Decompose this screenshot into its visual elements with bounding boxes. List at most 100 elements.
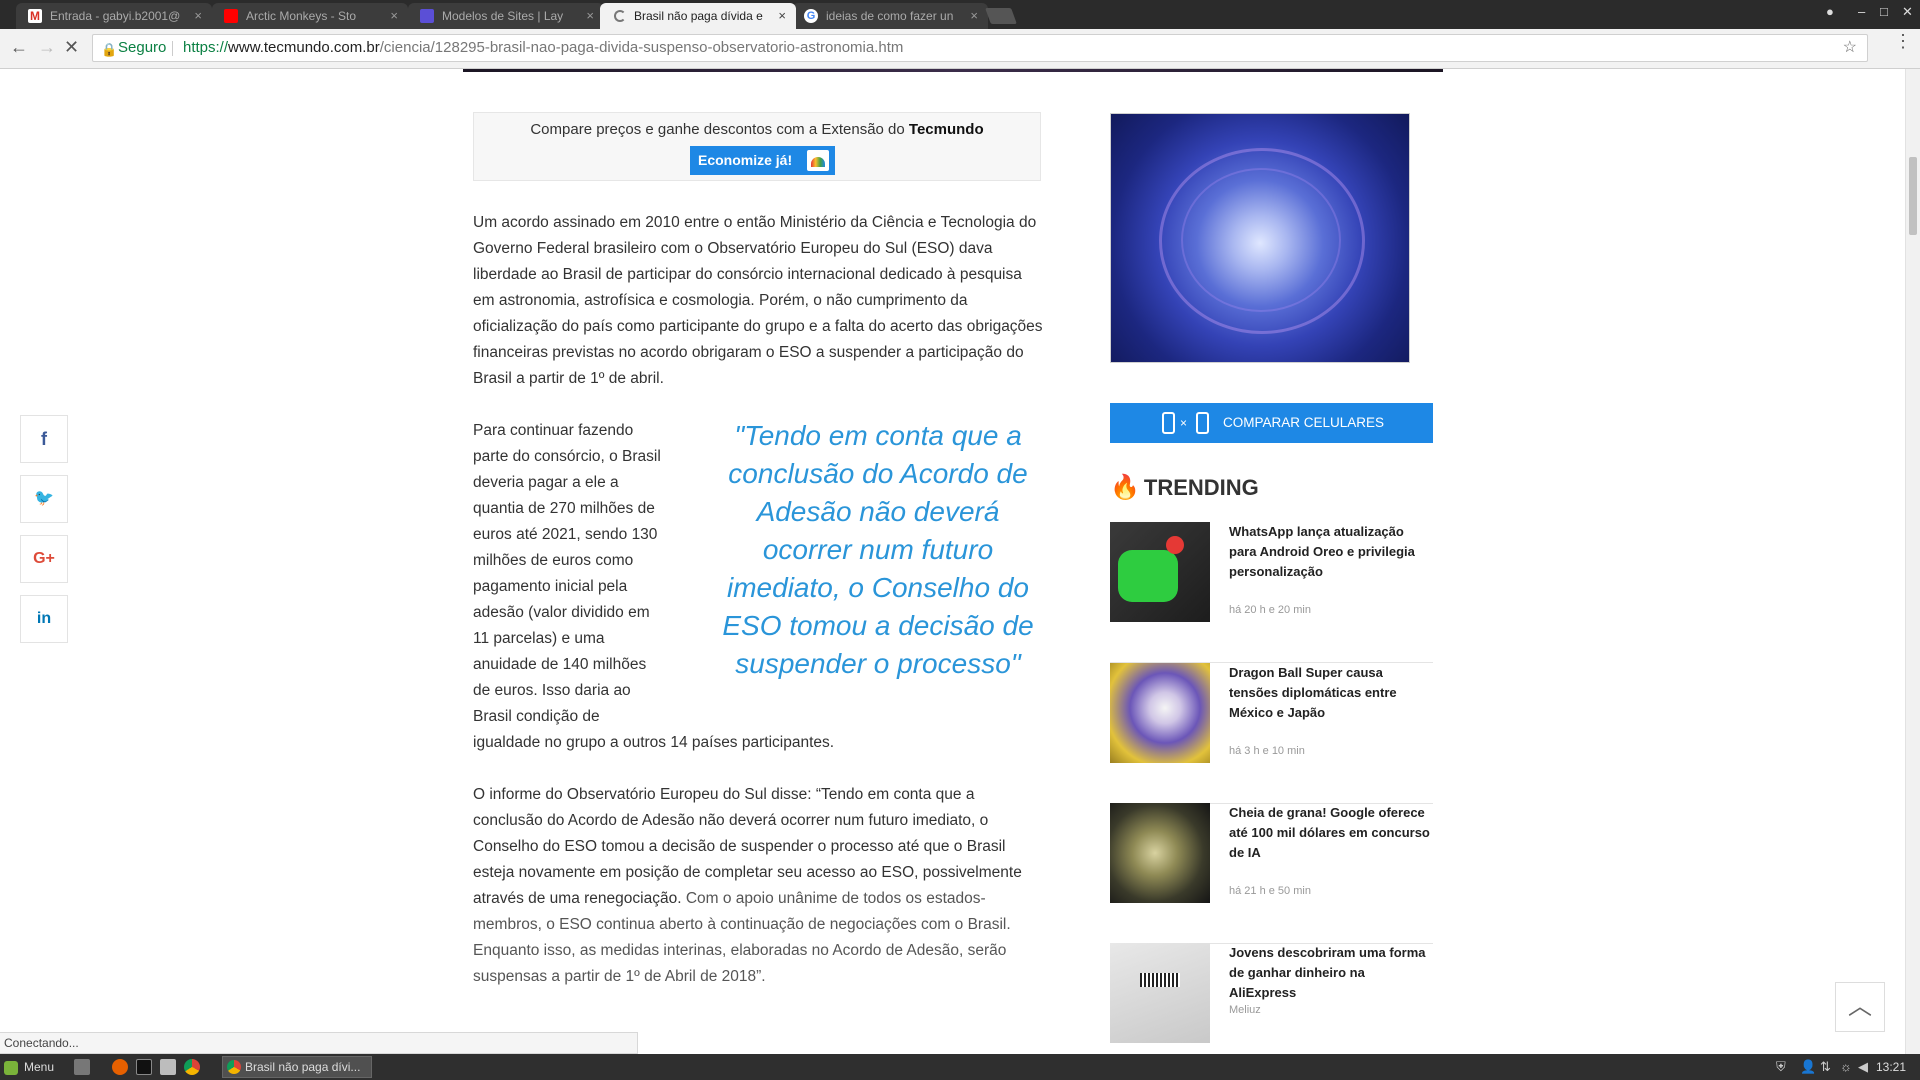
divider (172, 41, 173, 56)
article-paragraph-3: O informe do Observatório Europeu do Sul… (473, 782, 1045, 990)
trending-item[interactable]: WhatsApp lança atualização para Android … (1110, 522, 1433, 663)
back-to-top-button[interactable]: ︿ (1835, 982, 1885, 1032)
trending-item[interactable]: Cheia de grana! Google oferece até 100 m… (1110, 803, 1433, 944)
versus-icon: × (1180, 416, 1188, 430)
hero-image-bottom (463, 69, 1443, 72)
whatsapp-thumbnail (1110, 522, 1210, 622)
back-arrow-icon[interactable]: ← (10, 37, 28, 58)
tab-title: ideias de como fazer un (826, 9, 954, 23)
tab-title: Brasil não paga dívida e (634, 9, 763, 23)
article-paragraph-2: Para continuar fazendo parte do consórci… (473, 418, 673, 730)
twitter-icon: 🐦 (34, 490, 54, 507)
taskbar-window-title: Brasil não paga dívi... (245, 1060, 361, 1074)
scrollbar-thumb[interactable] (1909, 157, 1917, 235)
youtube-icon (224, 9, 238, 23)
address-bar[interactable]: 🔒 Seguro https://www.tecmundo.com.br/cie… (92, 34, 1868, 62)
trending-item[interactable]: Dragon Ball Super causa tensões diplomát… (1110, 663, 1433, 804)
volume-icon[interactable]: ◀ (1858, 1054, 1868, 1080)
show-desktop-icon[interactable] (74, 1059, 90, 1075)
tab-title: Entrada - gabyi.b2001@ (50, 9, 181, 23)
settings-icon[interactable]: ☼ (1840, 1054, 1852, 1080)
browser-menu-icon[interactable]: ⋮ (1894, 32, 1912, 50)
tab-title: Arctic Monkeys - Sto (246, 9, 357, 23)
tab-active-article[interactable]: Brasil não paga dívida e × (600, 3, 796, 29)
notification-badge-icon (1166, 536, 1184, 554)
tab-title: Modelos de Sites | Lay (442, 9, 564, 23)
package-thumbnail (1110, 943, 1210, 1043)
trending-item-time: há 20 h e 20 min (1229, 604, 1311, 616)
page-viewport: Compare preços e ganhe descontos com a E… (0, 69, 1905, 1054)
start-menu-button[interactable]: Menu (4, 1054, 54, 1080)
close-icon[interactable]: × (778, 3, 786, 29)
maximize-icon[interactable]: □ (1880, 4, 1888, 19)
article-paragraph-2-tail: igualdade no grupo a outros 14 países pa… (473, 734, 835, 751)
paragraph-line: quantia de 270 milhões de (473, 500, 655, 517)
forward-arrow-icon[interactable]: → (38, 37, 56, 58)
folder-icon[interactable] (160, 1059, 176, 1075)
linkedin-icon: in (36, 610, 52, 627)
gmail-icon: M (28, 9, 42, 23)
vertical-scrollbar[interactable] (1905, 69, 1920, 1054)
paragraph-line: anuidade de 140 milhões (473, 656, 647, 673)
minimize-icon[interactable]: – (1858, 4, 1865, 19)
browser-toolbar: ← → ✕ 🔒 Seguro https://www.tecmundo.com.… (0, 29, 1920, 69)
facebook-icon: f (41, 429, 47, 449)
paragraph-line: pagamento inicial pela (473, 578, 628, 595)
os-taskbar: Menu Brasil não paga dívi... ⛨ 👤 ⇅ ☼ ◀ 1… (0, 1054, 1920, 1080)
user-icon[interactable]: 👤 (1800, 1054, 1816, 1080)
economize-button[interactable]: Economize já! (690, 146, 835, 175)
facebook-share-button[interactable]: f (20, 415, 68, 463)
economize-button-label: Economize já! (698, 152, 793, 168)
menu-label: Menu (24, 1060, 55, 1074)
stop-icon[interactable]: ✕ (64, 37, 79, 58)
twitter-share-button[interactable]: 🐦 (20, 475, 68, 523)
chevron-up-icon: ︿ (1848, 993, 1872, 1020)
paragraph-line: euros até 2021, sendo 130 (473, 526, 658, 543)
close-icon[interactable]: × (390, 3, 398, 29)
tab-youtube[interactable]: Arctic Monkeys - Sto × (212, 3, 408, 29)
tab-gmail[interactable]: M Entrada - gabyi.b2001@ × (16, 3, 212, 29)
new-tab-button[interactable] (985, 8, 1017, 24)
promo-brand: Tecmundo (908, 121, 984, 138)
linkedin-share-button[interactable]: in (20, 595, 68, 643)
phone-icon (1162, 412, 1175, 434)
google-plus-share-button[interactable]: G+ (20, 535, 68, 583)
network-icon[interactable]: ⇅ (1820, 1054, 1831, 1080)
promo-text: Compare preços e ganhe descontos com a E… (474, 121, 1040, 138)
close-icon[interactable]: × (586, 3, 594, 29)
trending-item-time: há 21 h e 50 min (1229, 885, 1311, 897)
tab-google[interactable]: G ideias de como fazer un × (792, 3, 988, 29)
sidebar-ad-image[interactable] (1110, 113, 1410, 363)
site-icon (420, 9, 434, 23)
compare-phones-button[interactable]: × COMPARAR CELULARES (1110, 403, 1433, 443)
firefox-icon[interactable] (112, 1059, 128, 1075)
terminal-icon[interactable] (136, 1059, 152, 1075)
paragraph-line: de euros. Isso daria ao (473, 682, 631, 699)
promo-prefix: Compare preços e ganhe descontos com a E… (530, 121, 909, 138)
paragraph-line: milhões de euros como (473, 552, 634, 569)
chrome-icon[interactable] (184, 1059, 200, 1075)
shield-icon[interactable]: ⛨ (1776, 1054, 1786, 1080)
taskbar-window-chrome[interactable]: Brasil não paga dívi... (222, 1056, 372, 1078)
pull-quote: "Tendo em conta que a conclusão do Acord… (722, 420, 1034, 679)
trending-item-title: WhatsApp lança atualização para Android … (1229, 524, 1415, 579)
trending-item-title: Dragon Ball Super causa tensões diplomát… (1229, 665, 1397, 720)
profile-icon[interactable]: ● (1826, 4, 1834, 19)
url-path: /ciencia/128295-brasil-nao-paga-divida-s… (379, 39, 904, 56)
mint-logo-icon (4, 1060, 18, 1075)
url-host: www.tecmundo.com.br (228, 39, 380, 56)
extension-promo-box: Compare preços e ganhe descontos com a E… (473, 112, 1041, 181)
close-icon[interactable]: × (194, 3, 202, 29)
tab-modelos[interactable]: Modelos de Sites | Lay × (408, 3, 604, 29)
window-close-icon[interactable]: ✕ (1902, 4, 1913, 20)
trending-label: TRENDING (1143, 475, 1259, 500)
url-protocol: https:// (183, 39, 229, 56)
bookmark-star-icon[interactable]: ☆ (1843, 35, 1857, 61)
trending-item-title: Cheia de grana! Google oferece até 100 m… (1229, 805, 1430, 860)
trending-item-time: há 3 h e 10 min (1229, 745, 1305, 757)
trending-item-sponsored[interactable]: Jovens descobriram uma forma de ganhar d… (1110, 943, 1433, 1054)
close-icon[interactable]: × (970, 3, 978, 29)
paragraph-3-main: O informe do Observatório Europeu do Sul… (473, 786, 1022, 907)
whatsapp-logo-icon (1118, 550, 1178, 602)
trending-item-source: Meliuz (1229, 1004, 1261, 1016)
